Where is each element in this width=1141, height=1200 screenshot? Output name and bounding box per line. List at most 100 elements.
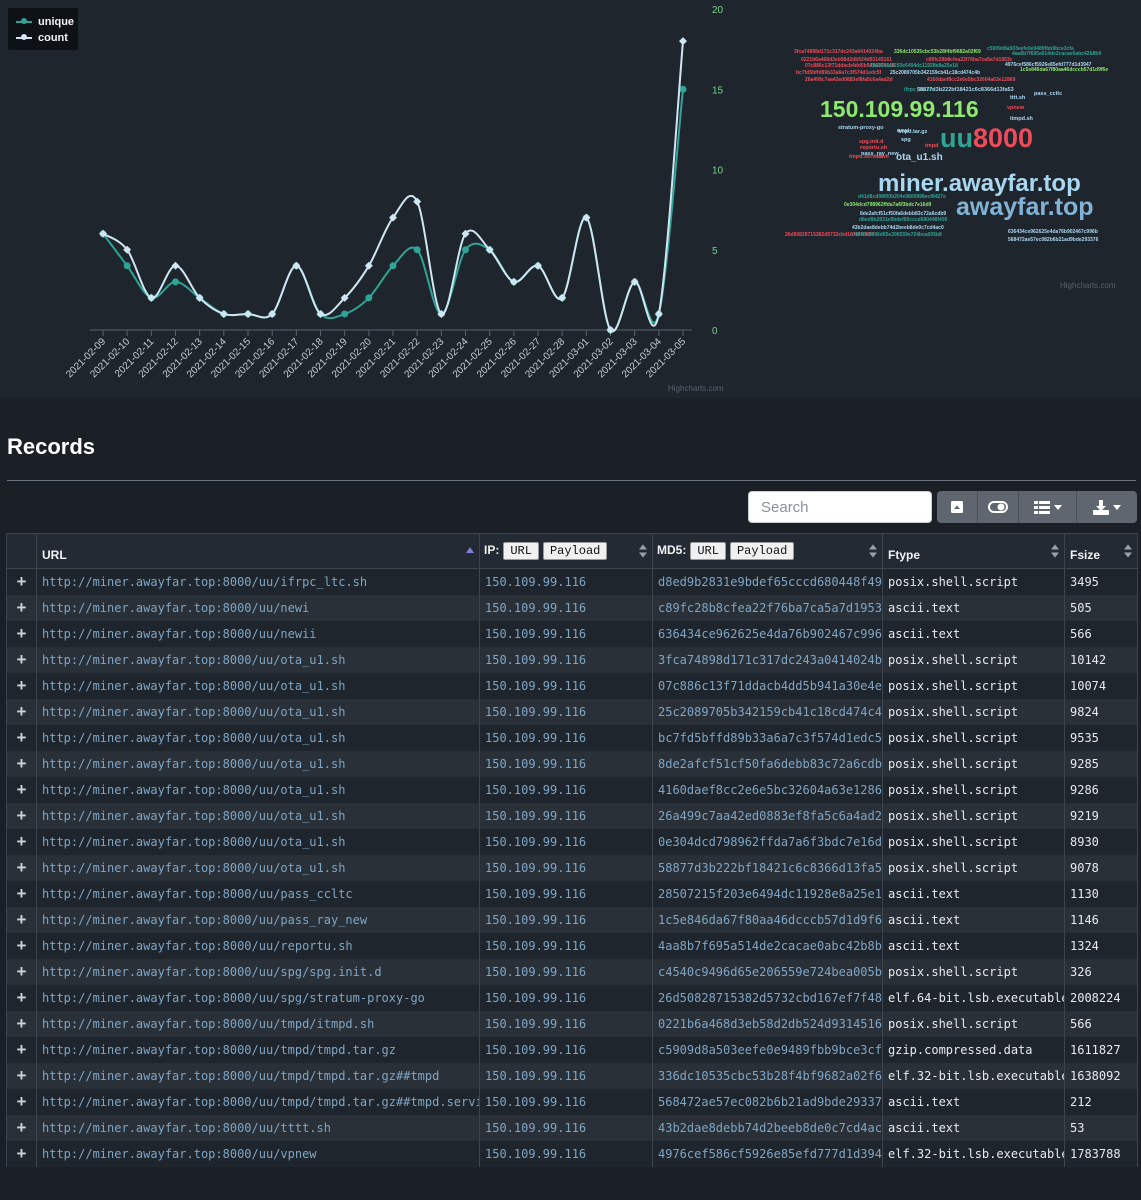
- expand-row-button[interactable]: +: [6, 595, 37, 621]
- expand-row-button[interactable]: +: [6, 933, 37, 959]
- table-row[interactable]: + http://miner.awayfar.top:8000/uu/ota_u1…: [6, 855, 1138, 881]
- chart-credit[interactable]: Highcharts.com: [668, 384, 724, 393]
- url-cell: http://miner.awayfar.top:8000/uu/vpnew: [36, 1141, 480, 1167]
- column-header-md5[interactable]: MD5: URL Payload: [652, 533, 883, 569]
- table-row[interactable]: + http://miner.awayfar.top:8000/uu/newi 15…: [6, 595, 1138, 621]
- wordcloud-word[interactable]: 0e304dcd798962ffda7a6f3bdc7e16d9: [844, 203, 931, 208]
- wordcloud-word[interactable]: ota_u1.sh: [896, 153, 943, 163]
- table-row[interactable]: + http://miner.awayfar.top:8000/uu/ota_u1…: [6, 699, 1138, 725]
- expand-row-button[interactable]: +: [6, 959, 37, 985]
- wordcloud-word[interactable]: 150.109.99.116: [820, 98, 979, 121]
- column-header-fsize[interactable]: Fsize: [1064, 533, 1138, 569]
- wordcloud-word[interactable]: 4aa8b7f695a514de2cacae0abc42b8b9: [1012, 52, 1101, 57]
- table-row[interactable]: + http://miner.awayfar.top:8000/uu/ota_u1…: [6, 673, 1138, 699]
- expand-row-button[interactable]: +: [6, 647, 37, 673]
- table-row[interactable]: + http://miner.awayfar.top:8000/uu/tmpd/t…: [6, 1063, 1138, 1089]
- table-row[interactable]: + http://miner.awayfar.top:8000/uu/pass_c…: [6, 881, 1138, 907]
- wordcloud-word[interactable]: 8000: [973, 125, 1033, 152]
- export-button[interactable]: [1076, 491, 1137, 523]
- wordcloud-word[interactable]: stratum-proxy-go: [838, 125, 884, 132]
- wordcloud-word[interactable]: bc7fd5bffd89b33a6a7c3f574d1edc5f: [796, 71, 881, 76]
- wordcloud-word[interactable]: 336dc10535cbc53b28f4bf9682a02f69: [894, 50, 981, 55]
- table-row[interactable]: + http://miner.awayfar.top:8000/uu/ota_u1…: [6, 777, 1138, 803]
- table-row[interactable]: + http://miner.awayfar.top:8000/uu/ota_u1…: [6, 829, 1138, 855]
- expand-row-button[interactable]: +: [6, 777, 37, 803]
- expand-row-button[interactable]: +: [6, 568, 37, 595]
- expand-row-button[interactable]: +: [6, 1115, 37, 1141]
- table-row[interactable]: + http://miner.awayfar.top:8000/uu/ota_u1…: [6, 803, 1138, 829]
- wordcloud-word[interactable]: 26a499c7aa42ed0883ef8fa5c6a4ad2d: [805, 78, 893, 83]
- table-row[interactable]: + http://miner.awayfar.top:8000/uu/report…: [6, 933, 1138, 959]
- table-row[interactable]: + http://miner.awayfar.top:8000/uu/ota_u1…: [6, 647, 1138, 673]
- column-header-ip[interactable]: IP: URL Payload: [479, 533, 653, 569]
- wordcloud-word[interactable]: tmpd: [925, 143, 938, 150]
- wordcloud-word[interactable]: 43b2dae8debb74d2beeb8de0c7cd4ac0: [852, 226, 944, 231]
- wordcloud-word[interactable]: 568472ae57ec082b6b21ad9bde293376: [1008, 238, 1098, 243]
- table-row[interactable]: + http://miner.awayfar.top:8000/uu/vpnew 1…: [6, 1141, 1138, 1167]
- table-row[interactable]: + http://miner.awayfar.top:8000/uu/newii 1…: [6, 621, 1138, 647]
- wordcloud-word[interactable]: 3fca74898d171c317dc243a0414024ba: [794, 50, 883, 55]
- wordcloud-word[interactable]: spg: [901, 137, 911, 144]
- wordcloud-word[interactable]: d41d8cd98f00b204e9800998ecf8427e: [858, 195, 946, 200]
- wordcloud-word[interactable]: 636434ce962625e4da76b902467c996b: [1008, 230, 1098, 235]
- wordcloud-word[interactable]: 25c2089705b342159cb41c18cd474c4b: [890, 71, 980, 76]
- expand-row-button[interactable]: +: [6, 907, 37, 933]
- expand-row-button[interactable]: +: [6, 1089, 37, 1115]
- expand-row-button[interactable]: +: [6, 621, 37, 647]
- wordcloud-word[interactable]: d8ed9b2831e9bdef65cccd680448f495: [859, 218, 947, 223]
- wordcloud-word[interactable]: 58877d3b222bf18421c6c8366d13fa53: [917, 87, 1014, 94]
- expand-row-button[interactable]: +: [6, 855, 37, 881]
- expand-row-button[interactable]: +: [6, 803, 37, 829]
- expand-row-button[interactable]: +: [6, 751, 37, 777]
- wordcloud-word[interactable]: itmpd.sh: [1010, 116, 1033, 123]
- expand-row-button[interactable]: +: [6, 829, 37, 855]
- table-row[interactable]: + http://miner.awayfar.top:8000/uu/tmpd/t…: [6, 1089, 1138, 1115]
- table-body: + http://miner.awayfar.top:8000/uu/ifrpc_…: [6, 568, 1138, 1167]
- table-row[interactable]: + http://miner.awayfar.top:8000/uu/spg/sp…: [6, 959, 1138, 985]
- ftype-cell: ascii.text: [882, 1115, 1065, 1141]
- column-header-url-label: URL: [42, 548, 67, 562]
- wordcloud-credit[interactable]: Highcharts.com: [1060, 281, 1116, 290]
- toggle-view-button[interactable]: [977, 491, 1018, 523]
- wordcloud-word[interactable]: newi: [897, 128, 909, 135]
- expand-row-button[interactable]: +: [6, 881, 37, 907]
- expand-row-button[interactable]: +: [6, 1063, 37, 1089]
- table-row[interactable]: + http://miner.awayfar.top:8000/uu/pass_r…: [6, 907, 1138, 933]
- wordcloud-word[interactable]: tttt.sh: [1010, 95, 1025, 102]
- column-header-url[interactable]: URL: [36, 533, 480, 569]
- wordcloud-word[interactable]: pass_ccltc: [1034, 91, 1062, 98]
- wordcloud-word[interactable]: awayfar.top: [956, 195, 1094, 220]
- wordcloud-word[interactable]: 1c5e846da67f80aa46dcccb57d1d9f6e: [1020, 68, 1108, 73]
- md5-payload-filter-button[interactable]: Payload: [729, 542, 795, 560]
- table-row[interactable]: + http://miner.awayfar.top:8000/uu/tmpd/t…: [6, 1037, 1138, 1063]
- wordcloud-word[interactable]: newii: [875, 154, 889, 161]
- expand-row-button[interactable]: +: [6, 725, 37, 751]
- wordcloud-word[interactable]: c4540c9496d65e206559e724bea005b8: [852, 233, 942, 238]
- search-input[interactable]: [748, 491, 932, 523]
- toggle-pagination-button[interactable]: [937, 491, 977, 523]
- chart-legend[interactable]: unique count: [8, 8, 78, 50]
- expand-row-button[interactable]: +: [6, 1037, 37, 1063]
- columns-button[interactable]: [1018, 491, 1076, 523]
- md5-url-filter-button[interactable]: URL: [690, 542, 726, 560]
- legend-item-unique[interactable]: unique: [16, 16, 74, 30]
- expand-row-button[interactable]: +: [6, 985, 37, 1011]
- table-row[interactable]: + http://miner.awayfar.top:8000/uu/ota_u1…: [6, 725, 1138, 751]
- wordcloud-word[interactable]: 28507215f203e6494dc11928e8a25e18: [870, 64, 958, 69]
- table-row[interactable]: + http://miner.awayfar.top:8000/uu/spg/st…: [6, 985, 1138, 1011]
- wordcloud-word[interactable]: 4160daef8cc2e6e5bc32604a63e12869: [927, 78, 1015, 83]
- table-row[interactable]: + http://miner.awayfar.top:8000/uu/tttt.s…: [6, 1115, 1138, 1141]
- ip-payload-filter-button[interactable]: Payload: [542, 542, 608, 560]
- wordcloud-word[interactable]: vpnew: [1007, 105, 1024, 112]
- legend-item-count[interactable]: count: [16, 32, 68, 46]
- expand-row-button[interactable]: +: [6, 673, 37, 699]
- wordcloud-word[interactable]: uu: [940, 125, 973, 152]
- ip-url-filter-button[interactable]: URL: [503, 542, 539, 560]
- table-row[interactable]: + http://miner.awayfar.top:8000/uu/ifrpc_…: [6, 568, 1138, 595]
- expand-row-button[interactable]: +: [6, 1011, 37, 1037]
- table-row[interactable]: + http://miner.awayfar.top:8000/uu/ota_u1…: [6, 751, 1138, 777]
- column-header-ftype[interactable]: Ftype: [882, 533, 1065, 569]
- expand-row-button[interactable]: +: [6, 1141, 37, 1167]
- table-row[interactable]: + http://miner.awayfar.top:8000/uu/tmpd/i…: [6, 1011, 1138, 1037]
- expand-row-button[interactable]: +: [6, 699, 37, 725]
